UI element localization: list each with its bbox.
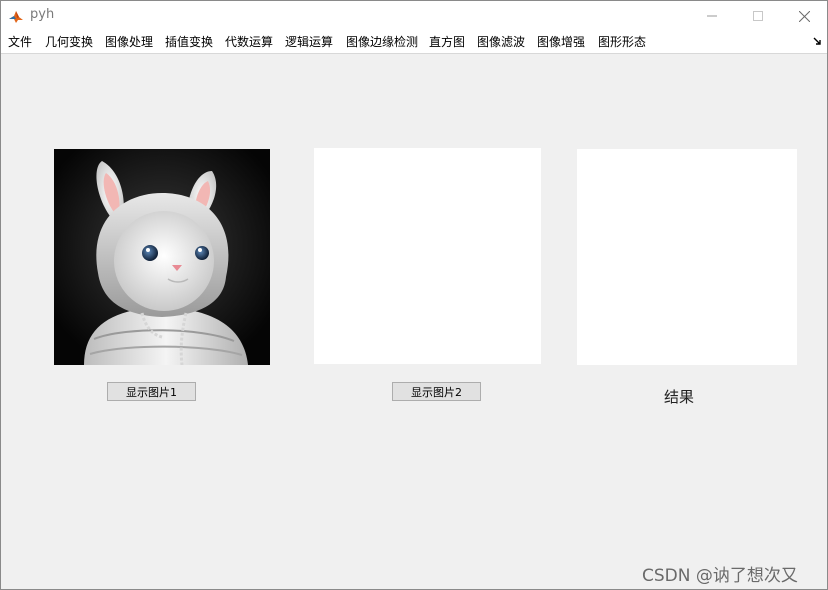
image-axes-1 bbox=[54, 149, 270, 365]
show-image1-button[interactable]: 显示图片1 bbox=[107, 382, 196, 401]
rabbit-image bbox=[54, 149, 270, 365]
menu-file[interactable]: 文件 bbox=[8, 34, 32, 50]
menu-interpolation[interactable]: 插值变换 bbox=[165, 34, 213, 50]
menu-image-enhance[interactable]: 图像增强 bbox=[537, 34, 585, 50]
title-bar[interactable]: pyh bbox=[1, 1, 827, 31]
menu-algebraic-ops[interactable]: 代数运算 bbox=[225, 34, 273, 50]
menu-image-filter[interactable]: 图像滤波 bbox=[477, 34, 525, 50]
toolbar-arrow-icon[interactable] bbox=[812, 36, 822, 46]
menu-logic-ops[interactable]: 逻辑运算 bbox=[285, 34, 333, 50]
csdn-watermark: CSDN @讷了想次又 bbox=[642, 566, 798, 586]
minimize-button[interactable] bbox=[689, 1, 735, 31]
show-image2-button[interactable]: 显示图片2 bbox=[392, 382, 481, 401]
menu-geometric-transform[interactable]: 几何变换 bbox=[45, 34, 93, 50]
menu-histogram[interactable]: 直方图 bbox=[429, 34, 465, 50]
maximize-icon bbox=[753, 11, 763, 21]
result-label: 结果 bbox=[664, 388, 695, 406]
image-axes-2 bbox=[314, 148, 541, 364]
close-button[interactable] bbox=[781, 1, 827, 31]
close-icon bbox=[798, 10, 810, 22]
menu-bar: 文件 几何变换 图像处理 插值变换 代数运算 逻辑运算 图像边缘检测 直方图 图… bbox=[1, 31, 827, 54]
window-title: pyh bbox=[30, 7, 55, 22]
matlab-icon bbox=[8, 8, 24, 24]
menu-edge-detection[interactable]: 图像边缘检测 bbox=[346, 34, 418, 50]
result-axes bbox=[577, 149, 797, 365]
menu-morphology[interactable]: 图形形态 bbox=[598, 34, 646, 50]
menu-image-processing[interactable]: 图像处理 bbox=[105, 34, 153, 50]
app-window: pyh 文件 几何变换 图像处理 插值变换 代数运算 逻辑运算 图像边缘检测 直… bbox=[0, 0, 828, 590]
maximize-button[interactable] bbox=[735, 1, 781, 31]
minimize-icon bbox=[707, 15, 717, 17]
